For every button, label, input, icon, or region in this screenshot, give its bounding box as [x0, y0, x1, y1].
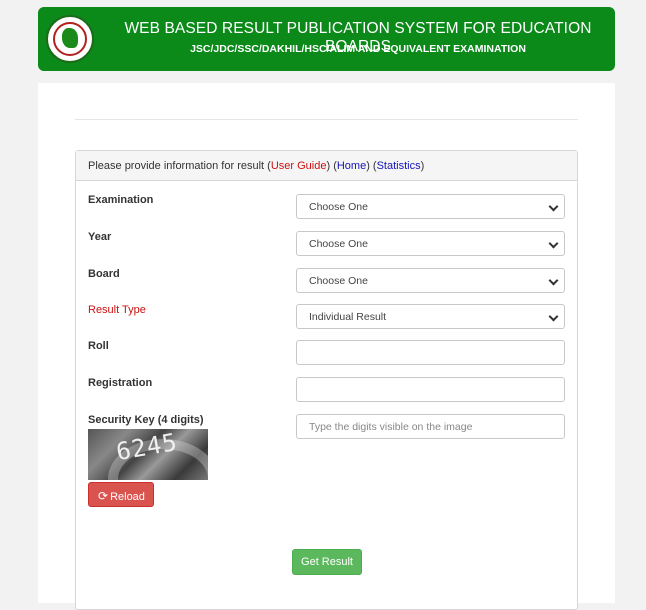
registration-label: Registration: [88, 377, 153, 389]
refresh-icon: ⟳: [98, 489, 109, 503]
home-link[interactable]: Home: [337, 160, 366, 172]
reload-button[interactable]: ⟳ Reload: [88, 482, 154, 507]
examination-label: Examination: [88, 194, 154, 206]
year-select[interactable]: Choose One: [296, 231, 565, 256]
roll-label: Roll: [88, 340, 109, 352]
board-label: Board: [88, 268, 120, 280]
site-header: WEB BASED RESULT PUBLICATION SYSTEM FOR …: [38, 7, 615, 71]
chevron-down-icon: [548, 311, 559, 322]
main-content: Please provide information for result (U…: [38, 83, 615, 610]
chevron-down-icon: [548, 201, 559, 212]
chevron-down-icon: [548, 238, 559, 249]
captcha-image: 6245: [88, 429, 208, 480]
panel-heading: Please provide information for result (U…: [76, 151, 577, 181]
security-key-label: Security Key (4 digits): [88, 414, 204, 426]
government-seal-icon: [46, 15, 94, 63]
roll-input[interactable]: [296, 340, 565, 365]
security-key-input[interactable]: Type the digits visible on the image: [296, 414, 565, 439]
result-form-panel: Please provide information for result (U…: [75, 150, 578, 610]
statistics-link[interactable]: Statistics: [377, 160, 421, 172]
registration-input[interactable]: [296, 377, 565, 402]
reload-label: Reload: [110, 491, 145, 503]
panel-intro-text: Please provide information for result: [88, 160, 268, 172]
examination-select[interactable]: Choose One: [296, 194, 565, 219]
result-type-select[interactable]: Individual Result: [296, 304, 565, 329]
year-label: Year: [88, 231, 112, 243]
user-guide-link[interactable]: User Guide: [271, 160, 327, 172]
get-result-button[interactable]: Get Result: [292, 549, 362, 575]
board-select[interactable]: Choose One: [296, 268, 565, 293]
header-subtitle: JSC/JDC/SSC/DAKHIL/HSC/ALIM AND EQUIVALE…: [190, 43, 526, 55]
result-type-label: Result Type: [88, 304, 146, 316]
divider: [75, 119, 578, 120]
chevron-down-icon: [548, 275, 559, 286]
